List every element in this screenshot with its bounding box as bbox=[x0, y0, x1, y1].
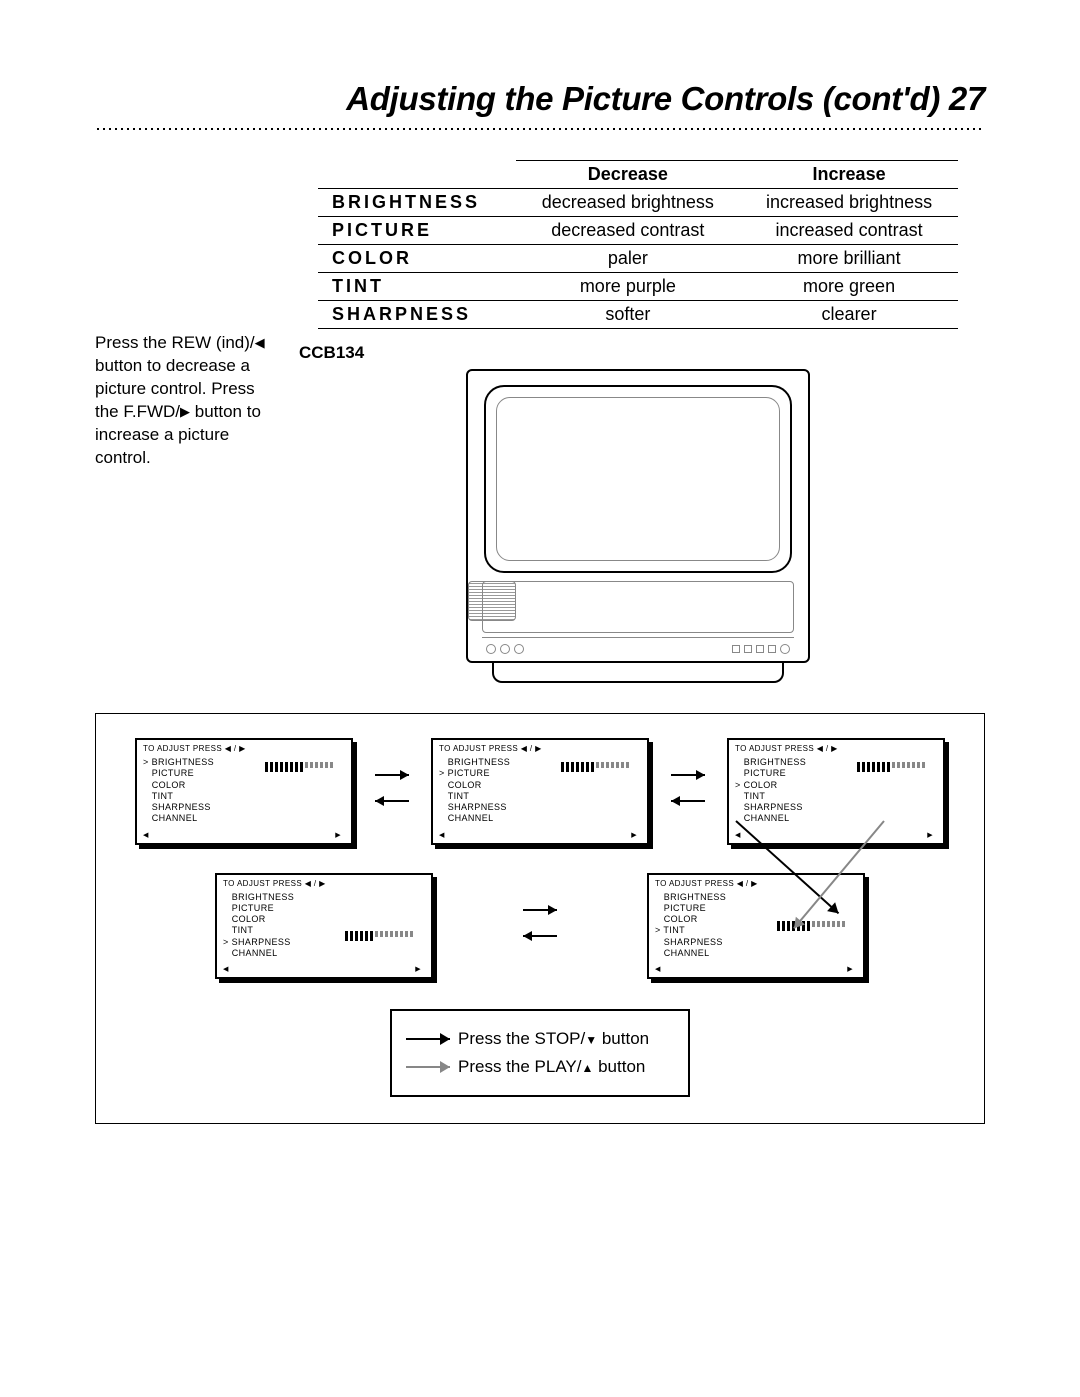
th-blank bbox=[318, 161, 516, 189]
controls-table: Decrease Increase BRIGHTNESSdecreased br… bbox=[318, 160, 958, 329]
instruction-note: Press the REW (ind)/◀ button to decrease… bbox=[95, 160, 291, 470]
flow-diagram: TO ADJUST PRESS ◀ / ▶ BRIGHTNESS PICTURE… bbox=[95, 713, 985, 1124]
table-row: BRIGHTNESSdecreased brightnessincreased … bbox=[318, 189, 958, 217]
triangle-left-icon: ◀ bbox=[255, 334, 265, 352]
arrows-icon bbox=[523, 901, 557, 951]
flow-row-1: TO ADJUST PRESS ◀ / ▶ BRIGHTNESS PICTURE… bbox=[112, 738, 968, 845]
title-text: Adjusting the Picture Controls (cont'd) bbox=[346, 80, 940, 117]
th-increase: Increase bbox=[740, 161, 958, 189]
level-bar bbox=[265, 762, 345, 788]
triangle-right-icon: ▶ bbox=[180, 403, 190, 421]
arrow-right-icon bbox=[406, 1038, 450, 1040]
osd-panel: TO ADJUST PRESS ◀ / ▶ BRIGHTNESS PICTURE… bbox=[135, 738, 353, 845]
arrow-right-gray-icon bbox=[406, 1066, 450, 1068]
osd-panel: TO ADJUST PRESS ◀ / ▶ BRIGHTNESS PICTURE… bbox=[215, 873, 433, 980]
legend: Press the STOP/▼ button Press the PLAY/▲… bbox=[390, 1009, 690, 1097]
model-label: CCB134 bbox=[299, 343, 985, 363]
page-title: Adjusting the Picture Controls (cont'd) … bbox=[95, 80, 985, 118]
th-decrease: Decrease bbox=[516, 161, 741, 189]
table-row: TINTmore purplemore green bbox=[318, 273, 958, 301]
flow-row-2: TO ADJUST PRESS ◀ / ▶ BRIGHTNESS PICTURE… bbox=[112, 873, 968, 980]
osd-panel: TO ADJUST PRESS ◀ / ▶ BRIGHTNESS PICTURE… bbox=[727, 738, 945, 845]
triangle-down-icon: ▼ bbox=[585, 1033, 597, 1047]
tv-illustration bbox=[458, 369, 818, 699]
arrows-icon bbox=[375, 766, 409, 816]
triangle-up-icon: ▲ bbox=[581, 1061, 593, 1075]
table-row: SHARPNESSsofterclearer bbox=[318, 301, 958, 329]
table-row: COLORpalermore brilliant bbox=[318, 245, 958, 273]
dotted-rule bbox=[95, 126, 985, 132]
osd-panel: TO ADJUST PRESS ◀ / ▶ BRIGHTNESS PICTURE… bbox=[647, 873, 865, 980]
page-number: 27 bbox=[949, 80, 985, 117]
osd-panel: TO ADJUST PRESS ◀ / ▶ BRIGHTNESS PICTURE… bbox=[431, 738, 649, 845]
arrows-icon bbox=[671, 766, 705, 816]
table-row: PICTUREdecreased contrastincreased contr… bbox=[318, 217, 958, 245]
